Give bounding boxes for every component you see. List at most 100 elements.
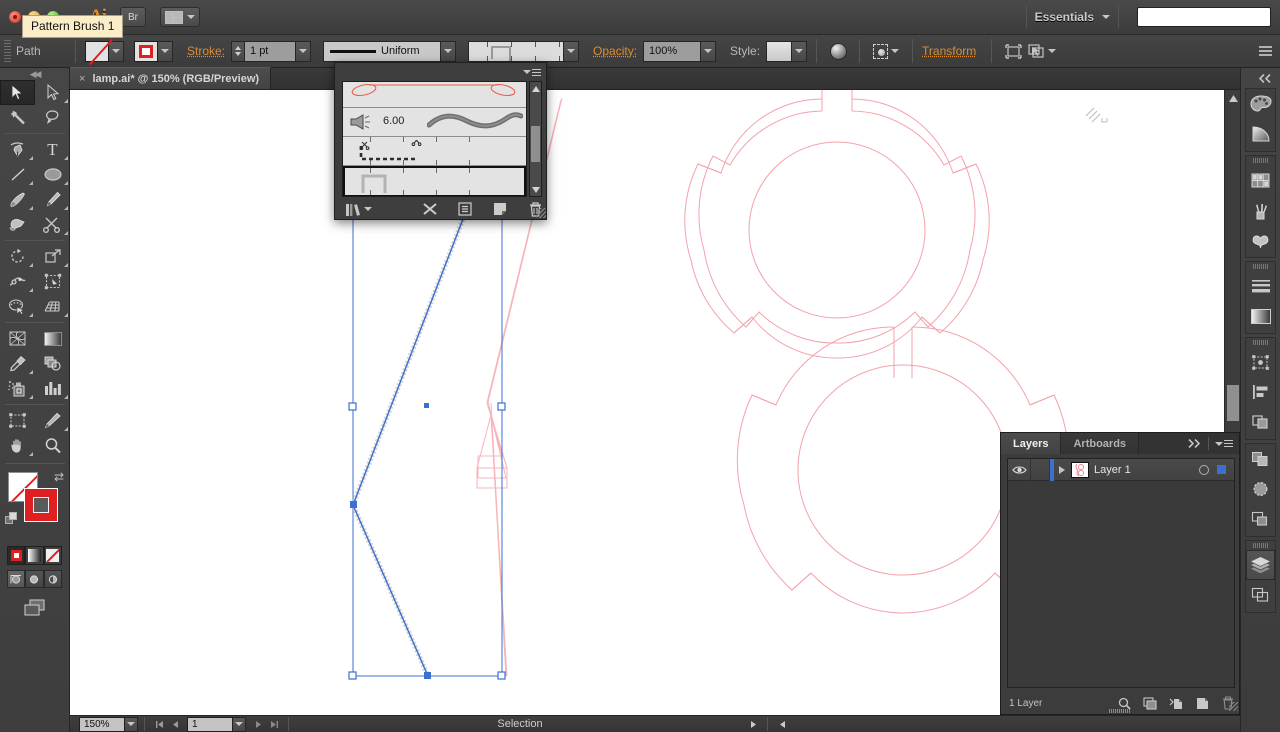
stroke-control[interactable] xyxy=(134,40,173,62)
zoom-level-value[interactable]: 150% xyxy=(79,716,125,732)
lasso-tool[interactable] xyxy=(35,105,70,130)
brush-definition-swatch[interactable] xyxy=(468,40,565,62)
layer-target-indicator[interactable] xyxy=(1199,464,1209,475)
align-panel-icon[interactable] xyxy=(1246,377,1275,407)
graphic-styles-panel-icon[interactable] xyxy=(1246,504,1275,534)
pathfinder-panel-icon[interactable] xyxy=(1246,407,1275,437)
free-transform-tool[interactable] xyxy=(35,269,70,294)
layers-panel-resize-handle[interactable] xyxy=(1229,702,1238,711)
zoom-level-dropdown-arrow[interactable] xyxy=(125,716,138,732)
variable-width-profile[interactable]: Uniform xyxy=(323,40,442,62)
layer-visibility-toggle[interactable] xyxy=(1008,465,1030,475)
transform-panel-icon[interactable] xyxy=(1246,347,1275,377)
shape-builder-tool[interactable] xyxy=(0,294,35,319)
magic-wand-tool[interactable] xyxy=(0,105,35,130)
brushes-panel-scrollbar[interactable] xyxy=(529,81,542,197)
brush-item-calligraphic-red[interactable] xyxy=(343,82,526,108)
arrange-documents-button[interactable] xyxy=(160,7,200,27)
layer-expand-toggle[interactable] xyxy=(1054,465,1070,474)
brushes-panel[interactable]: 6.00 xyxy=(334,62,547,220)
transform-button[interactable]: Transform xyxy=(922,44,976,58)
control-bar-grip[interactable] xyxy=(4,40,11,62)
brush-item-pattern-brush-1[interactable] xyxy=(343,166,526,196)
blend-tool[interactable] xyxy=(35,351,70,376)
profile-dropdown-arrow[interactable] xyxy=(441,40,457,62)
brushes-panel-icon[interactable] xyxy=(1246,195,1275,225)
fill-control[interactable] xyxy=(85,40,124,62)
first-artboard-button[interactable] xyxy=(151,716,167,732)
scale-tool[interactable] xyxy=(35,244,70,269)
options-of-selected-object-button[interactable] xyxy=(453,200,478,218)
blob-brush-tool[interactable] xyxy=(0,212,35,237)
make-clipping-mask-button[interactable] xyxy=(1137,696,1163,710)
color-panel-icon[interactable] xyxy=(1246,89,1275,119)
width-tool[interactable] xyxy=(0,269,35,294)
selection-handles[interactable] xyxy=(348,402,506,680)
swatches-panel-icon[interactable] xyxy=(1246,165,1275,195)
control-bar-menu-button[interactable] xyxy=(1259,46,1272,56)
brushes-scroll-up-arrow[interactable] xyxy=(530,82,541,95)
layers-panel-icon[interactable] xyxy=(1246,550,1275,580)
color-guide-panel-icon[interactable] xyxy=(1246,119,1275,149)
graphic-style-dropdown-arrow[interactable] xyxy=(792,40,808,62)
scroll-up-arrow[interactable] xyxy=(1225,90,1240,106)
gradient-tool[interactable] xyxy=(35,326,70,351)
paintbrush-tool[interactable] xyxy=(0,187,35,212)
locate-object-button[interactable] xyxy=(1111,697,1137,710)
rotate-tool[interactable] xyxy=(0,244,35,269)
eyedropper-tool[interactable] xyxy=(0,351,35,376)
brushes-scroll-thumb[interactable] xyxy=(531,126,540,162)
stroke-weight-stepper[interactable] xyxy=(231,40,245,62)
status-menu-button[interactable] xyxy=(745,716,761,732)
none-mode-button[interactable] xyxy=(43,546,62,565)
workspace-switcher-label[interactable]: Essentials xyxy=(1035,10,1094,24)
remove-brush-stroke-button[interactable] xyxy=(418,200,443,218)
layers-list[interactable]: Layer 1 xyxy=(1007,458,1235,688)
stroke-swatch[interactable] xyxy=(134,40,158,62)
recolor-artwork-button[interactable] xyxy=(826,40,850,62)
tab-artboards[interactable]: Artboards xyxy=(1061,433,1140,454)
select-similar-objects-button[interactable] xyxy=(1025,40,1059,62)
brush-item-charcoal[interactable]: 6.00 xyxy=(343,108,526,137)
brush-definition-control[interactable] xyxy=(468,40,580,62)
artboard-tool[interactable] xyxy=(0,408,35,433)
horizontal-scroll-track[interactable] xyxy=(790,716,1240,732)
artboard-number-value[interactable]: 1 xyxy=(187,716,233,732)
opacity-value[interactable]: 100% xyxy=(643,40,702,62)
selection-tool[interactable] xyxy=(0,80,35,105)
tools-panel-collapse[interactable]: ◀◀ xyxy=(0,68,69,80)
stroke-color-swatch[interactable] xyxy=(24,488,58,522)
dock-group-grip[interactable] xyxy=(1246,541,1275,550)
perspective-grid-tool[interactable] xyxy=(35,294,70,319)
layer-name[interactable]: Layer 1 xyxy=(1094,464,1199,476)
hand-tool[interactable] xyxy=(0,433,35,458)
stroke-weight-value[interactable]: 1 pt xyxy=(244,40,297,62)
workspace-chevron-down-icon[interactable] xyxy=(1102,15,1110,19)
fill-swatch[interactable] xyxy=(85,40,109,62)
layers-panel[interactable]: Layers Artboards Layer 1 1 Layer xyxy=(1000,432,1240,715)
layers-panel-drag-handle[interactable] xyxy=(1109,709,1131,713)
draw-inside-button[interactable] xyxy=(43,570,62,588)
dock-group-grip[interactable] xyxy=(1246,262,1275,271)
stroke-weight-label[interactable]: Stroke: xyxy=(187,44,225,58)
opacity-label[interactable]: Opacity: xyxy=(593,44,637,58)
transparency-panel-icon[interactable] xyxy=(1246,444,1275,474)
canvas-vertical-scroll-thumb[interactable] xyxy=(1227,385,1239,421)
close-window-button[interactable] xyxy=(9,11,21,23)
previous-artboard-button[interactable] xyxy=(167,716,183,732)
expand-panels-button[interactable] xyxy=(1241,68,1280,88)
new-brush-button[interactable] xyxy=(488,200,513,218)
stroke-weight-dropdown-arrow[interactable] xyxy=(296,40,312,62)
stroke-weight-control[interactable]: 1 pt xyxy=(231,40,312,62)
screen-mode-button[interactable] xyxy=(0,598,69,618)
opacity-control[interactable]: 100% xyxy=(643,40,717,62)
brushes-scroll-down-arrow[interactable] xyxy=(530,183,541,196)
default-fill-stroke-icon[interactable] xyxy=(5,512,18,525)
launch-bridge-button[interactable]: Br xyxy=(120,7,146,27)
scissors-tool[interactable] xyxy=(35,212,70,237)
direct-selection-tool[interactable] xyxy=(35,80,70,105)
line-segment-tool[interactable] xyxy=(0,162,35,187)
zoom-tool[interactable] xyxy=(35,433,70,458)
graphic-style-control[interactable] xyxy=(766,40,808,62)
brushes-panel-menu-button[interactable] xyxy=(523,68,541,76)
